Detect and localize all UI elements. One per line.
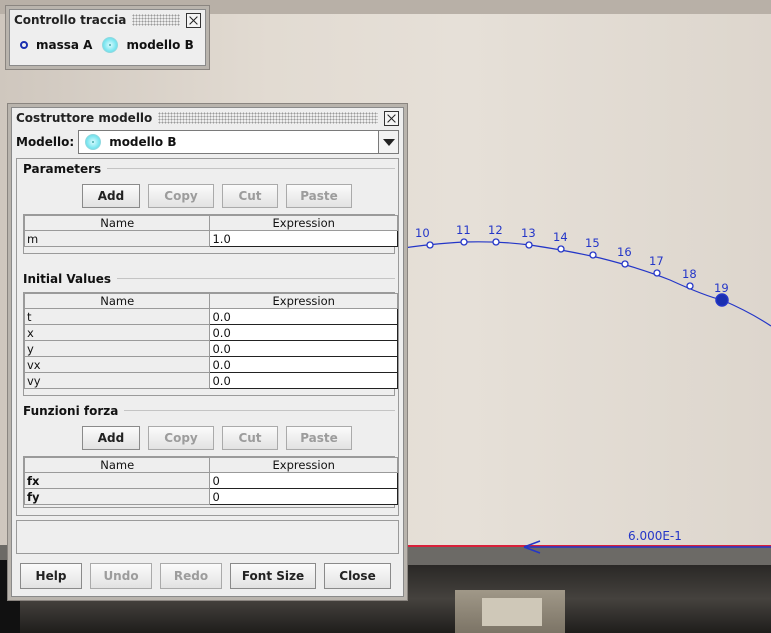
dropdown-arrow-button[interactable] xyxy=(378,131,398,153)
status-area xyxy=(16,520,399,554)
init-name-cell: y xyxy=(23,340,211,357)
forces-toolbar: Add Copy Cut Paste xyxy=(39,426,395,450)
cyan-dot-icon xyxy=(102,37,119,53)
init-expression-cell[interactable]: 0.0 xyxy=(209,356,398,373)
param-name-cell: m xyxy=(23,230,211,247)
track-list: massa A modello B xyxy=(10,30,205,60)
init-name-cell: t xyxy=(23,308,211,325)
init-name-cell: vx xyxy=(23,356,211,373)
divider xyxy=(117,278,395,279)
forces-cut-button[interactable]: Cut xyxy=(222,426,278,450)
init-name-cell: x xyxy=(23,324,211,341)
force-functions-group: Funzioni forza Add Copy Cut Paste Name E… xyxy=(21,403,398,508)
table-row[interactable]: t 0.0 xyxy=(23,308,398,325)
parameters-cut-button[interactable]: Cut xyxy=(222,184,278,208)
init-expression-cell[interactable]: 0.0 xyxy=(209,372,398,389)
column-header-expression[interactable]: Expression xyxy=(209,457,398,473)
track-item-modello-b[interactable]: modello B xyxy=(102,37,194,53)
init-expression-cell[interactable]: 0.0 xyxy=(209,324,398,341)
table-row[interactable]: m 1.0 xyxy=(23,230,398,247)
track-item-label: massa A xyxy=(36,38,93,52)
track-item-massa-a[interactable]: massa A xyxy=(20,38,92,52)
init-expression-cell[interactable]: 0.0 xyxy=(209,340,398,357)
column-header-expression[interactable]: Expression xyxy=(209,293,398,309)
force-name-cell: fy xyxy=(23,488,211,505)
parameters-toolbar: Add Copy Cut Paste xyxy=(39,184,395,208)
force-expression-cell[interactable]: 0 xyxy=(209,472,398,489)
table-row[interactable]: x 0.0 xyxy=(23,324,398,341)
divider xyxy=(124,410,395,411)
initial-values-table: Name Expression t 0.0 x 0.0 y 0.0 vx 0.0… xyxy=(23,293,398,389)
table-row[interactable]: vy 0.0 xyxy=(23,372,398,389)
model-builder-title: Costruttore modello xyxy=(16,111,153,125)
font-size-button[interactable]: Font Size xyxy=(230,563,316,589)
table-row[interactable]: y 0.0 xyxy=(23,340,398,357)
model-selector-row: Modello: modello B xyxy=(12,128,403,156)
column-header-name[interactable]: Name xyxy=(23,293,211,309)
force-functions-heading: Funzioni forza xyxy=(21,403,395,418)
undo-button[interactable]: Undo xyxy=(90,563,152,589)
parameters-add-button[interactable]: Add xyxy=(82,184,140,208)
forces-table: Name Expression fx 0 fy 0 xyxy=(23,457,398,505)
model-builder-window: Costruttore modello Modello: modello B P… xyxy=(11,107,404,597)
column-header-name[interactable]: Name xyxy=(23,215,211,231)
init-name-cell: vy xyxy=(23,372,211,389)
divider xyxy=(107,168,395,169)
column-header-expression[interactable]: Expression xyxy=(209,215,398,231)
forces-add-button[interactable]: Add xyxy=(82,426,140,450)
parameters-table-container: Name Expression m 1.0 xyxy=(23,214,398,254)
column-header-name[interactable]: Name xyxy=(23,457,211,473)
track-item-label: modello B xyxy=(126,38,194,52)
initial-values-table-container: Name Expression t 0.0 x 0.0 y 0.0 vx 0.0… xyxy=(23,292,398,396)
parameters-paste-button[interactable]: Paste xyxy=(286,184,352,208)
initial-values-heading: Initial Values xyxy=(21,271,395,286)
table-row[interactable]: vx 0.0 xyxy=(23,356,398,373)
initial-values-group: Initial Values Name Expression t 0.0 x 0… xyxy=(21,271,398,396)
titlebar-grip xyxy=(132,14,180,26)
footer-toolbar: Help Undo Redo Font Size Close xyxy=(20,563,395,589)
cart-block-label xyxy=(482,598,542,626)
parameters-heading: Parameters xyxy=(21,161,395,176)
track-control-title: Controllo traccia xyxy=(14,13,127,27)
forces-copy-button[interactable]: Copy xyxy=(148,426,214,450)
close-button[interactable]: Close xyxy=(324,563,391,589)
close-icon[interactable] xyxy=(186,12,201,28)
ring-icon xyxy=(20,41,28,49)
parameters-title: Parameters xyxy=(23,161,102,176)
redo-button[interactable]: Redo xyxy=(160,563,222,589)
param-expression-cell[interactable]: 1.0 xyxy=(209,230,398,247)
track-control-window: Controllo traccia massa A modello B xyxy=(9,9,206,66)
chevron-down-icon xyxy=(382,138,395,146)
model-builder-titlebar[interactable]: Costruttore modello xyxy=(12,108,403,128)
parameters-group: Parameters Add Copy Cut Paste Name Expre… xyxy=(21,161,398,254)
help-button[interactable]: Help xyxy=(20,563,82,589)
force-expression-cell[interactable]: 0 xyxy=(209,488,398,505)
table-row[interactable]: fx 0 xyxy=(23,472,398,489)
table-row[interactable]: fy 0 xyxy=(23,488,398,505)
force-name-cell: fx xyxy=(23,472,211,489)
force-functions-title: Funzioni forza xyxy=(23,403,119,418)
initial-values-title: Initial Values xyxy=(23,271,112,286)
model-editor-panel: Parameters Add Copy Cut Paste Name Expre… xyxy=(16,158,399,516)
parameters-table: Name Expression m 1.0 xyxy=(23,215,398,247)
parameters-copy-button[interactable]: Copy xyxy=(148,184,214,208)
cyan-dot-icon xyxy=(85,134,102,150)
close-icon[interactable] xyxy=(384,110,399,126)
forces-paste-button[interactable]: Paste xyxy=(286,426,352,450)
track-control-titlebar[interactable]: Controllo traccia xyxy=(10,10,205,30)
forces-table-container: Name Expression fx 0 fy 0 xyxy=(23,456,398,508)
model-label: Modello: xyxy=(16,135,75,149)
model-dropdown-value: modello B xyxy=(109,135,177,149)
init-expression-cell[interactable]: 0.0 xyxy=(209,308,398,325)
titlebar-grip xyxy=(158,112,378,124)
model-dropdown[interactable]: modello B xyxy=(78,130,399,154)
